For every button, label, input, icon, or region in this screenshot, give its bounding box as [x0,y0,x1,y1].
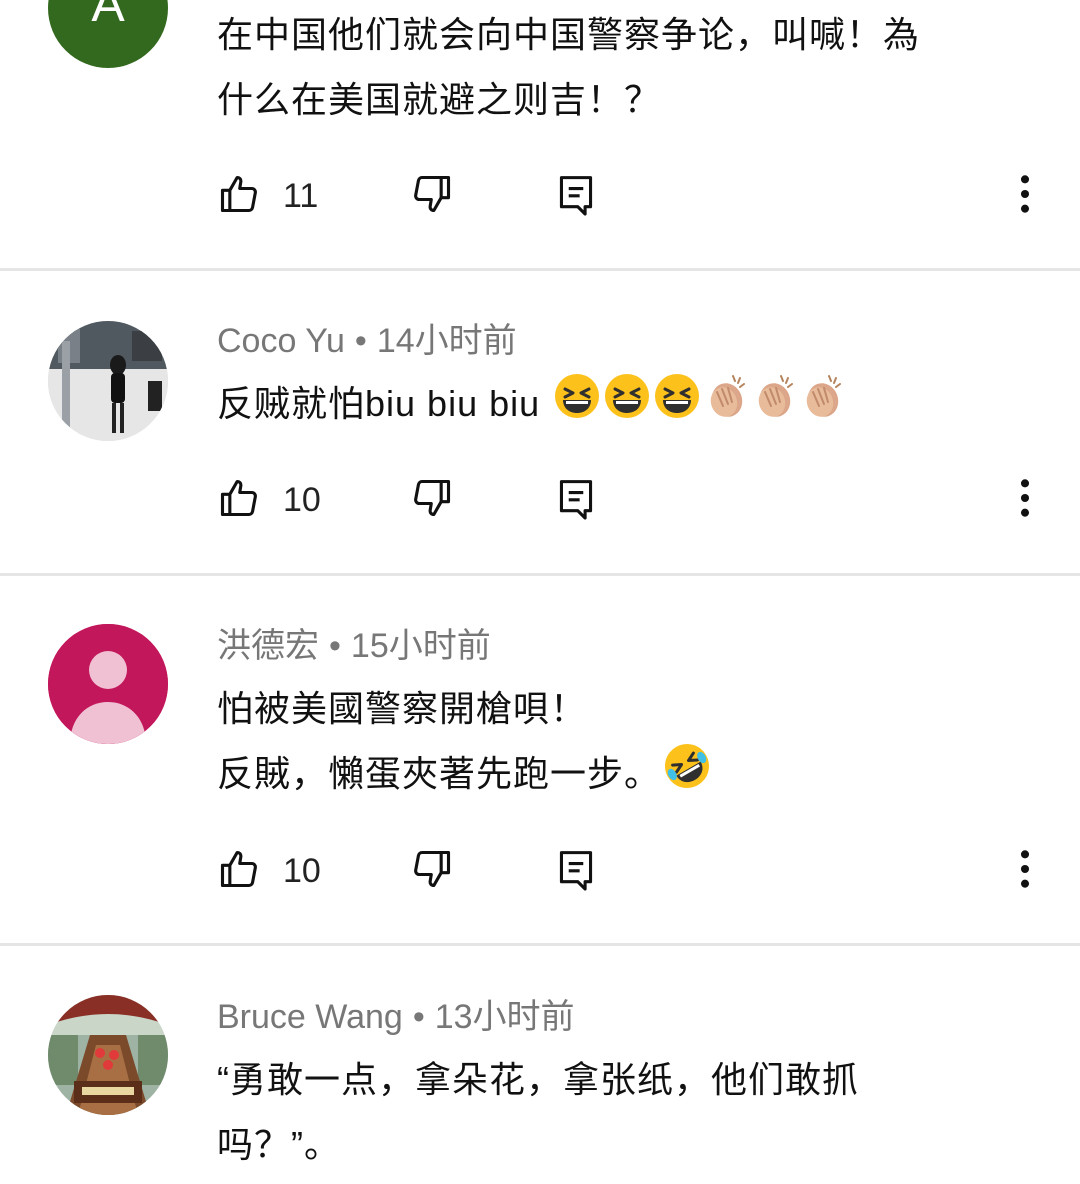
comment-time: 13小时前 [434,998,575,1036]
clapping-hands-emoji [703,372,749,440]
reply-icon [556,476,596,525]
author-name[interactable]: Coco Yu [217,322,345,360]
comment-actions: 10 [0,470,1080,530]
reply-icon [556,172,596,221]
reply-button[interactable] [556,470,596,530]
more-options-button[interactable] [1010,841,1040,901]
laughing-emoji [603,372,651,440]
more-options-button[interactable] [1010,166,1040,226]
comment-time: 15小时前 [350,627,491,665]
clapping-hands-emoji [799,372,845,440]
avatar-photo [48,995,168,1115]
thumbs-down-icon [410,847,454,896]
avatar-letter: A [91,0,125,32]
comment-line: 在中国他们就会向中国警察争论，叫喊！為 [217,14,921,55]
comment-line-wrap: 反贼就怕biu biu biu [217,371,1037,440]
reply-icon [556,847,596,896]
comment-line: 吗？”。 [217,1124,341,1165]
laughing-emoji [653,372,701,440]
separator-dot: • [412,998,425,1036]
divider [0,268,1080,271]
comment-line: 什么在美国就避之则吉！？ [217,79,662,120]
author-name[interactable]: 洪德宏 [217,627,319,665]
comments-screen: A 在中国他们就会向中国警察争论，叫喊！為 什么在美国就避之则吉！？ 11 Co… [0,0,1080,1184]
comment-text: “勇敢一点，拿朵花，拿张纸，他们敢抓 吗？”。 [217,1047,1037,1177]
avatar-photo [48,321,168,441]
comment-line-wrap: 反賊，懶蛋夾著先跑一步。 [217,741,1037,810]
dislike-button[interactable] [410,470,454,530]
like-button[interactable]: 11 [217,166,318,226]
comment-meta: Bruce Wang • 13小时前 [217,997,575,1037]
comment-line: “勇敢一点，拿朵花，拿张纸，他们敢抓 [217,1059,859,1100]
comment-actions: 10 [0,841,1080,901]
comment-meta: 洪德宏 • 15小时前 [217,626,491,666]
laughing-emoji [553,372,601,440]
comment-actions: 11 [0,166,1080,226]
like-count: 10 [283,480,321,519]
comment-line: 反贼就怕biu biu biu [217,383,541,424]
like-count: 10 [283,851,321,890]
comment-text: 怕被美國警察開槍唄！ 反賊，懶蛋夾著先跑一步。 [217,676,1037,810]
separator-dot: • [354,322,367,360]
dislike-button[interactable] [410,841,454,901]
comment-line: 反賊，懶蛋夾著先跑一步。 [217,753,662,794]
clapping-hands-emoji [751,372,797,440]
comment-text: 在中国他们就会向中国警察争论，叫喊！為 什么在美国就避之则吉！？ [217,2,1037,132]
comment-text: 反贼就怕biu biu biu [217,371,1037,440]
divider [0,943,1080,946]
author-name[interactable]: Bruce Wang [217,998,403,1036]
default-avatar-icon [48,624,168,744]
thumbs-up-icon [217,476,261,525]
thumbs-up-icon [217,847,261,896]
avatar[interactable] [48,624,168,744]
rolling-laughing-emoji [663,742,711,810]
comment-line: 怕被美國警察開槍唄！ [217,688,588,729]
thumbs-up-icon [217,172,261,221]
dislike-button[interactable] [410,166,454,226]
thumbs-down-icon [410,172,454,221]
like-count: 11 [283,176,319,215]
avatar[interactable] [48,321,168,441]
more-vert-icon [1010,172,1040,221]
avatar[interactable]: A [48,0,168,68]
like-button[interactable]: 10 [217,841,321,901]
divider [0,573,1080,576]
more-vert-icon [1010,476,1040,525]
thumbs-down-icon [410,476,454,525]
more-vert-icon [1010,847,1040,896]
separator-dot: • [329,627,341,665]
reply-button[interactable] [556,841,596,901]
like-button[interactable]: 10 [217,470,321,530]
comment-meta: Coco Yu • 14小时前 [217,321,517,361]
more-options-button[interactable] [1010,470,1040,530]
comment-time: 14小时前 [376,322,517,360]
avatar[interactable] [48,995,168,1115]
reply-button[interactable] [556,166,596,226]
